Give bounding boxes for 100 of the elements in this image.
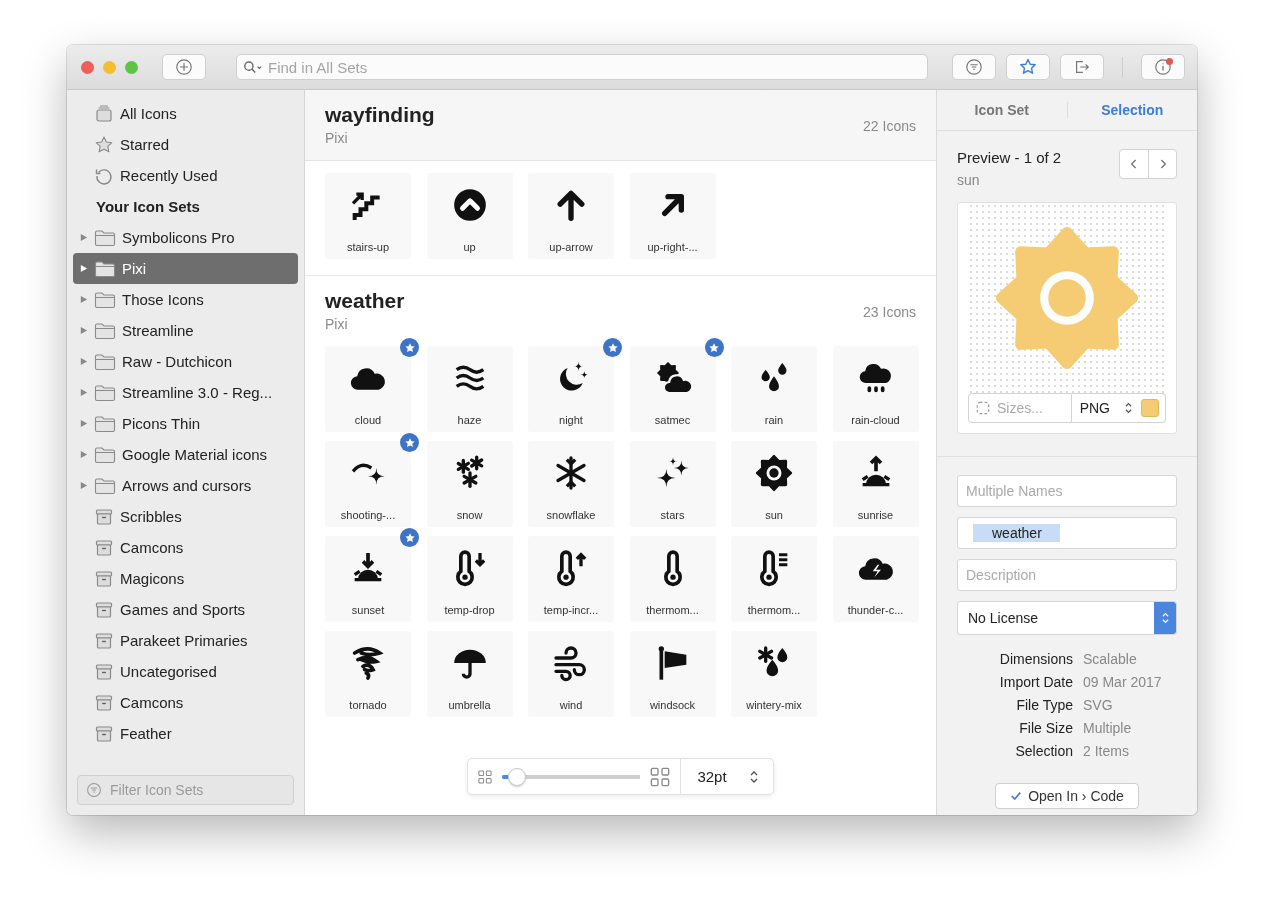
sidebar-item[interactable]: Arrows and cursors bbox=[73, 470, 298, 501]
icon-tile[interactable]: sun bbox=[731, 441, 817, 527]
sidebar-item[interactable]: Picons Thin bbox=[73, 408, 298, 439]
folder-icon bbox=[94, 414, 116, 433]
icon-name: sun bbox=[765, 509, 783, 521]
icon-tile[interactable]: cloud bbox=[325, 346, 411, 432]
disclosure-triangle-icon bbox=[79, 388, 88, 397]
close-button[interactable] bbox=[81, 60, 94, 74]
tag-token[interactable]: weather bbox=[973, 524, 1060, 542]
set-name: Pixi bbox=[325, 316, 349, 332]
filter-field[interactable]: Filter Icon Sets bbox=[77, 775, 294, 805]
filter-button[interactable] bbox=[952, 54, 996, 80]
size-stepper[interactable]: 32pt bbox=[691, 768, 765, 785]
inspector-tab[interactable]: Selection bbox=[1067, 90, 1197, 130]
icon-tile[interactable]: rain-cloud bbox=[832, 346, 919, 432]
name-field[interactable]: Multiple Names bbox=[957, 475, 1177, 507]
folder-icon bbox=[94, 228, 116, 247]
archive-box-icon bbox=[94, 599, 114, 620]
folder-icon bbox=[94, 476, 116, 495]
description-field[interactable]: Description bbox=[957, 559, 1177, 591]
tags-field[interactable]: weather bbox=[957, 517, 1177, 549]
add-button[interactable] bbox=[162, 54, 206, 80]
sidebar-item[interactable]: Pixi bbox=[73, 253, 298, 284]
icon-tile[interactable]: thermom... bbox=[629, 536, 716, 622]
export-button[interactable] bbox=[1060, 54, 1104, 80]
icon-name: satmec bbox=[654, 414, 691, 426]
property-label: Dimensions bbox=[998, 651, 1073, 667]
icon-tile[interactable]: temp-incr... bbox=[528, 536, 614, 622]
icon-tile[interactable]: haze bbox=[426, 346, 513, 432]
sidebar-item[interactable]: Raw - Dutchicon bbox=[73, 346, 298, 377]
sidebar-item[interactable]: Google Material icons bbox=[73, 439, 298, 470]
slider-thumb[interactable] bbox=[508, 767, 527, 786]
icon-tile[interactable]: sunset bbox=[325, 536, 411, 622]
folder-icon bbox=[94, 321, 116, 340]
search-field[interactable]: Find in All Sets bbox=[236, 54, 928, 80]
icon-name: cloud bbox=[354, 414, 382, 426]
inspector-tab[interactable]: Icon Set bbox=[937, 90, 1067, 130]
icon-tile[interactable]: up-arrow bbox=[528, 173, 614, 259]
icon-tile[interactable]: temp-drop bbox=[426, 536, 513, 622]
icon-name: temp-incr... bbox=[543, 604, 599, 616]
archive-box-icon bbox=[94, 506, 114, 527]
info-button[interactable] bbox=[1141, 54, 1185, 80]
star-button[interactable] bbox=[1006, 54, 1050, 80]
sidebar-item[interactable]: Uncategorised bbox=[73, 656, 298, 687]
icon-name: night bbox=[559, 414, 583, 426]
open-in-button[interactable]: Open In › Code bbox=[995, 783, 1139, 809]
icon-tile[interactable]: windsock bbox=[629, 631, 716, 717]
sidebar-item[interactable]: Parakeet Primaries bbox=[73, 625, 298, 656]
icon-tile[interactable]: up bbox=[426, 173, 513, 259]
icon-tile[interactable]: satmec bbox=[629, 346, 716, 432]
info-icon bbox=[1154, 58, 1172, 76]
icon-tile[interactable]: stairs-up bbox=[325, 173, 411, 259]
sidebar-item[interactable]: Streamline 3.0 - Reg... bbox=[73, 377, 298, 408]
license-dropdown[interactable]: No License bbox=[957, 601, 1177, 635]
property-label: Selection bbox=[1014, 743, 1073, 759]
property-value: Scalable bbox=[1083, 651, 1138, 667]
sidebar-item[interactable]: Camcons bbox=[73, 687, 298, 718]
sidebar-item[interactable]: Symbolicons Pro bbox=[73, 222, 298, 253]
property-label: Import Date bbox=[998, 674, 1073, 690]
icon-tile[interactable]: sunrise bbox=[832, 441, 919, 527]
icon-name: haze bbox=[457, 414, 482, 426]
icon-tile[interactable]: wintery-mix bbox=[731, 631, 817, 717]
icon-tile[interactable]: thunder-c... bbox=[832, 536, 919, 622]
zoom-button[interactable] bbox=[125, 60, 138, 74]
section-heading: Your Icon Sets bbox=[95, 197, 201, 217]
folder-icon bbox=[94, 352, 116, 371]
sidebar-item[interactable]: Games and Sports bbox=[73, 594, 298, 625]
archive-box-icon bbox=[94, 630, 114, 651]
sidebar-item[interactable]: Camcons bbox=[73, 532, 298, 563]
icon-name: sunset bbox=[351, 604, 385, 616]
icon-tile[interactable]: snow bbox=[426, 441, 513, 527]
icon-name: thunder-c... bbox=[847, 604, 904, 616]
icon-tile[interactable]: shooting-... bbox=[325, 441, 411, 527]
sidebar-item[interactable]: Recently Used bbox=[73, 160, 298, 191]
icon-tile[interactable]: night bbox=[528, 346, 614, 432]
icon-tile[interactable]: snowflake bbox=[528, 441, 614, 527]
icon-tile[interactable]: thermom... bbox=[731, 536, 817, 622]
disclosure-triangle-icon bbox=[79, 295, 88, 304]
icon-tile[interactable]: umbrella bbox=[426, 631, 513, 717]
sidebar-item[interactable]: Magicons bbox=[73, 563, 298, 594]
icon-name: rain-cloud bbox=[851, 414, 900, 426]
icon-tile[interactable]: wind bbox=[528, 631, 614, 717]
sidebar-item[interactable]: Those Icons bbox=[73, 284, 298, 315]
sizes-field[interactable]: Sizes... bbox=[968, 393, 1072, 423]
archive-box-icon bbox=[94, 723, 114, 744]
archive-box-icon bbox=[94, 537, 114, 558]
icon-tile[interactable]: rain bbox=[731, 346, 817, 432]
sidebar-item[interactable]: Feather bbox=[73, 718, 298, 749]
sidebar-item[interactable]: Starred bbox=[73, 129, 298, 160]
sidebar-item[interactable]: Streamline bbox=[73, 315, 298, 346]
sidebar-item[interactable]: Scribbles bbox=[73, 501, 298, 532]
icon-tile[interactable]: tornado bbox=[325, 631, 411, 717]
minimize-button[interactable] bbox=[103, 60, 116, 74]
property-value: Multiple bbox=[1083, 720, 1133, 736]
icon-tile[interactable]: stars bbox=[629, 441, 716, 527]
icon-tile[interactable]: up-right-... bbox=[629, 173, 716, 259]
color-swatch[interactable] bbox=[1141, 399, 1159, 417]
sidebar-item[interactable]: All Icons bbox=[73, 98, 298, 129]
icon-name: stars bbox=[660, 509, 685, 521]
property-value: 09 Mar 2017 bbox=[1083, 674, 1163, 690]
